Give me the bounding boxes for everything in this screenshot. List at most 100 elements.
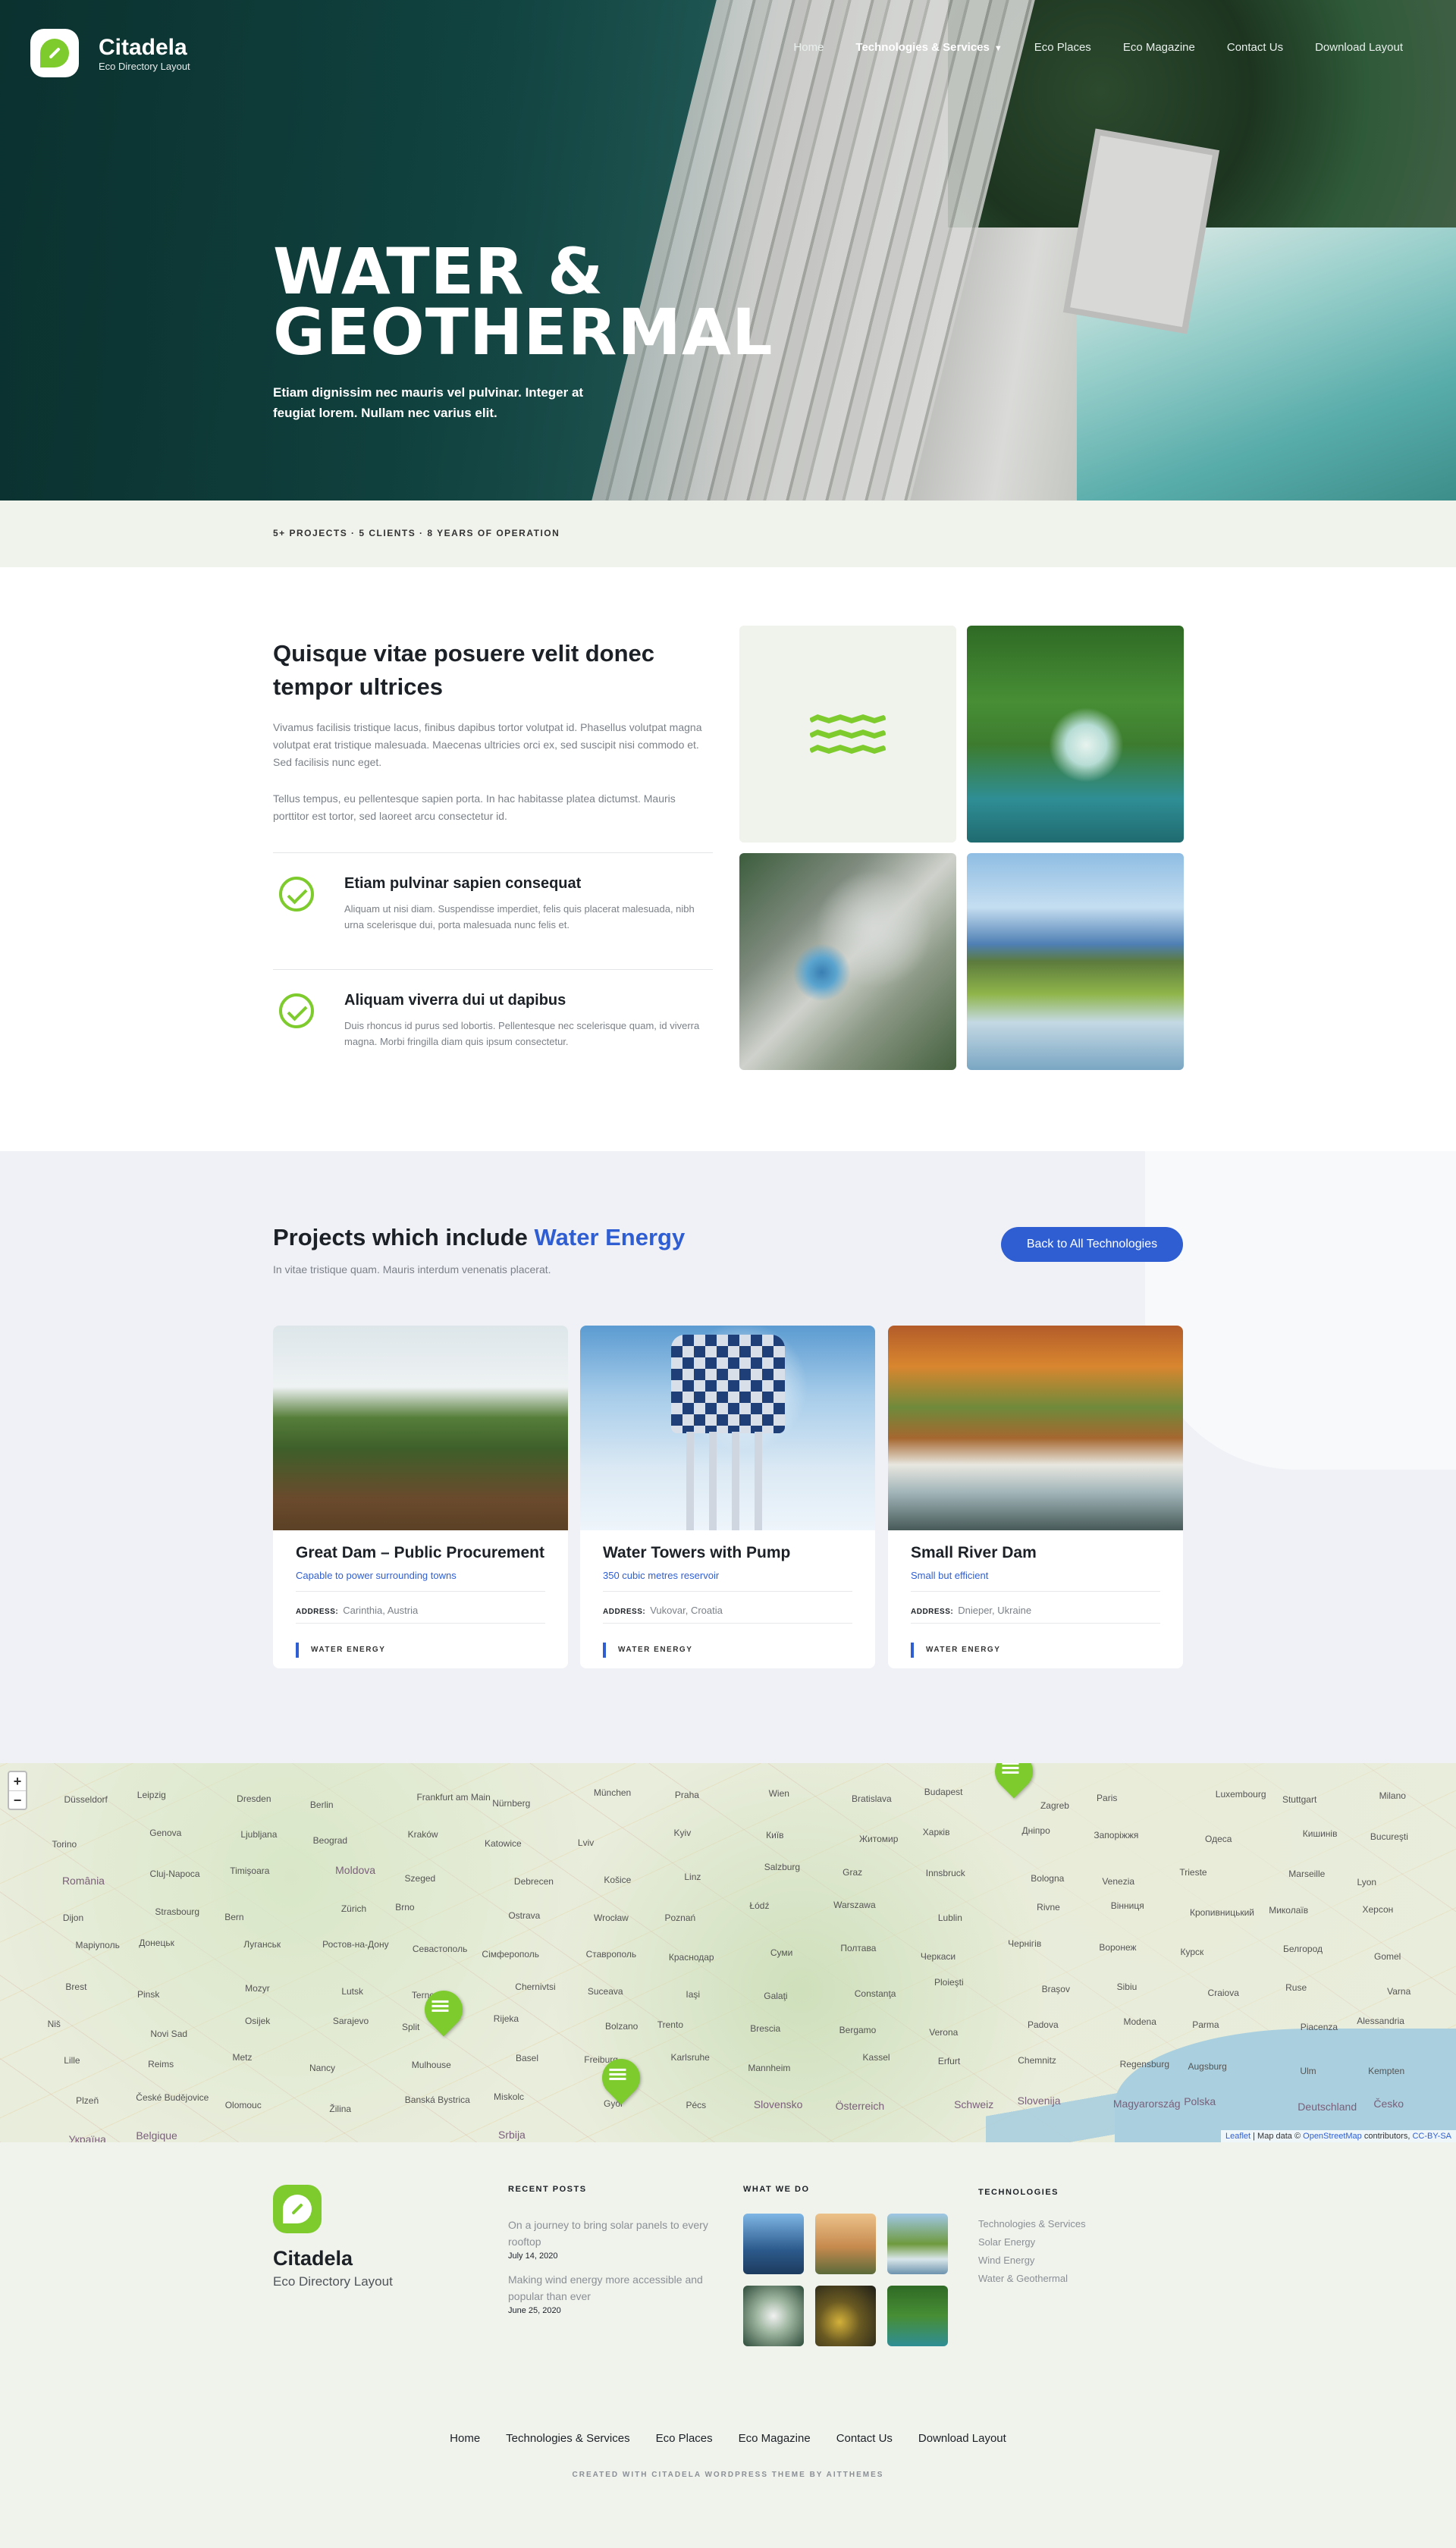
map-city-label: Trieste <box>1179 1867 1207 1878</box>
map-city-label: Bolzano <box>604 2021 639 2032</box>
project-category[interactable]: WATER ENERGY <box>603 1643 692 1658</box>
projects-title: Projects which include Water Energy <box>273 1224 686 1250</box>
footer: Citadela Eco Directory Layout RECENT POS… <box>0 2142 1456 2548</box>
nav-eco-magazine[interactable]: Eco Magazine <box>1123 41 1195 54</box>
project-title[interactable]: Great Dam – Public Procurement <box>296 1544 544 1562</box>
map-city-label: Херсон <box>1362 1903 1394 1915</box>
site-logo[interactable]: Citadela Eco Directory Layout <box>30 29 190 77</box>
hero: Citadela Eco Directory Layout Home Techn… <box>0 0 1456 500</box>
map-pin-icon[interactable] <box>987 1763 1041 1799</box>
nav-eco-places[interactable]: Eco Places <box>1034 41 1091 54</box>
project-card[interactable]: Water Towers with Pump 350 cubic metres … <box>580 1326 875 1668</box>
nav-contact[interactable]: Contact Us <box>1227 41 1283 54</box>
map-city-label: Kyiv <box>673 1827 692 1838</box>
gallery-thumb[interactable] <box>743 2214 804 2274</box>
map-city-label: Mozyr <box>245 1982 270 1994</box>
post-title[interactable]: On a journey to bring solar panels to ev… <box>508 2217 713 2250</box>
footer-nav-technologies[interactable]: Technologies & Services <box>506 2432 629 2445</box>
map-city-label: Луганськ <box>243 1938 281 1950</box>
gallery-thumb[interactable] <box>743 2286 804 2346</box>
map-city-label: Reims <box>148 2059 174 2070</box>
map-city-label: Szeged <box>404 1873 436 1884</box>
map-city-label: Pinsk <box>137 1988 160 2000</box>
feature-title: Aliquam viverra dui ut dapibus <box>344 992 566 1009</box>
footer-subtitle: Eco Directory Layout <box>273 2274 393 2289</box>
map-city-label: Kempten <box>1368 2065 1405 2076</box>
footer-link[interactable]: Solar Energy <box>978 2236 1035 2248</box>
map-city-label: Piacenza <box>1300 2022 1338 2033</box>
footer-logo[interactable] <box>273 2185 322 2233</box>
project-address: ADDRESS: Vukovar, Croatia <box>603 1605 723 1616</box>
footer-nav-home[interactable]: Home <box>450 2432 480 2445</box>
projects-map[interactable]: + − Düsseldorf Leipzig Dresden Berlin Frankf… <box>0 1763 1456 2142</box>
map-city-label: Parma <box>1192 2019 1219 2031</box>
footer-link[interactable]: Wind Energy <box>978 2255 1034 2266</box>
map-city-label: Polska <box>1184 2095 1216 2107</box>
nav-home[interactable]: Home <box>793 41 824 54</box>
map-city-label: Lyon <box>1357 1876 1377 1887</box>
map-city-label: Strasbourg <box>155 1906 200 1918</box>
map-city-label: Kraków <box>407 1829 438 1840</box>
map-city-label: Žilina <box>329 2104 352 2115</box>
map-city-label: České Budějovice <box>136 2092 209 2104</box>
map-city-label: Berlin <box>309 1799 334 1810</box>
project-address: ADDRESS: Carinthia, Austria <box>296 1605 419 1616</box>
footer-nav-download[interactable]: Download Layout <box>918 2432 1006 2445</box>
project-card[interactable]: Small River Dam Small but efficient ADDR… <box>888 1326 1183 1668</box>
nav-technologies[interactable]: Technologies & Services ▼ <box>855 41 1002 54</box>
osm-link[interactable]: OpenStreetMap <box>1303 2132 1362 2141</box>
back-to-technologies-button[interactable]: Back to All Technologies <box>1001 1227 1183 1262</box>
map-city-label: Timişoara <box>230 1865 270 1876</box>
hero-text: Etiam dignissim nec mauris vel pulvinar.… <box>273 385 584 420</box>
map-city-label: Belgique <box>136 2129 177 2142</box>
map-city-label: Маріуполь <box>75 1939 120 1950</box>
map-city-label: Karlsruhe <box>670 2051 710 2063</box>
map-city-label: München <box>593 1787 632 1798</box>
post-date: July 14, 2020 <box>508 2251 558 2261</box>
leaflet-link[interactable]: Leaflet <box>1225 2132 1250 2141</box>
project-card[interactable]: Great Dam – Public Procurement Capable t… <box>273 1326 568 1668</box>
recent-posts-heading: RECENT POSTS <box>508 2185 587 2194</box>
map-city-label: Chernivtsi <box>515 1982 556 1993</box>
footer-link[interactable]: Water & Geothermal <box>978 2273 1068 2284</box>
map-city-label: Sibiu <box>1116 1981 1138 1992</box>
recent-post[interactable]: On a journey to bring solar panels to ev… <box>508 2217 713 2261</box>
map-city-label: Дніпро <box>1021 1825 1050 1836</box>
gallery-thumb[interactable] <box>887 2214 948 2274</box>
project-category[interactable]: WATER ENERGY <box>296 1643 385 1658</box>
zoom-in-button[interactable]: + <box>9 1772 26 1790</box>
map-city-label: Constanţa <box>854 1988 896 1999</box>
map-city-label: Brescia <box>750 2023 781 2035</box>
map-city-label: Lviv <box>577 1837 595 1848</box>
recent-post[interactable]: Making wind energy more accessible and p… <box>508 2271 713 2315</box>
zoom-out-button[interactable]: − <box>9 1790 26 1809</box>
logo-badge <box>30 29 79 77</box>
gallery-thumb[interactable] <box>815 2214 876 2274</box>
map-city-label: Ploieşti <box>934 1976 964 1988</box>
gallery-thumb[interactable] <box>887 2286 948 2346</box>
map-city-label: Praha <box>674 1789 699 1800</box>
project-title[interactable]: Water Towers with Pump <box>603 1544 790 1562</box>
check-circle-icon <box>279 877 314 912</box>
map-city-label: Miskolc <box>494 2091 525 2103</box>
post-title[interactable]: Making wind energy more accessible and p… <box>508 2271 713 2305</box>
map-city-label: Augsburg <box>1188 2060 1227 2072</box>
map-city-label: Харків <box>922 1827 950 1838</box>
cc-link[interactable]: CC-BY-SA <box>1412 2132 1451 2141</box>
map-city-label: Graz <box>843 1867 863 1878</box>
footer-nav-eco-magazine[interactable]: Eco Magazine <box>739 2432 811 2445</box>
spillway-image <box>967 853 1184 1070</box>
map-city-label: Bergamo <box>839 2024 877 2035</box>
footer-link[interactable]: Technologies & Services <box>978 2218 1086 2230</box>
water-icon-tile <box>739 626 956 843</box>
map-city-label: Plzeň <box>76 2095 99 2107</box>
nav-download[interactable]: Download Layout <box>1315 41 1403 54</box>
footer-nav-eco-places[interactable]: Eco Places <box>656 2432 713 2445</box>
map-city-label: Split <box>402 2021 420 2032</box>
project-title[interactable]: Small River Dam <box>911 1544 1037 1562</box>
footer-nav-contact[interactable]: Contact Us <box>836 2432 893 2445</box>
map-city-label: Mannheim <box>748 2062 791 2073</box>
project-category[interactable]: WATER ENERGY <box>911 1643 1000 1658</box>
map-city-label: Курск <box>1180 1947 1204 1957</box>
gallery-thumb[interactable] <box>815 2286 876 2346</box>
